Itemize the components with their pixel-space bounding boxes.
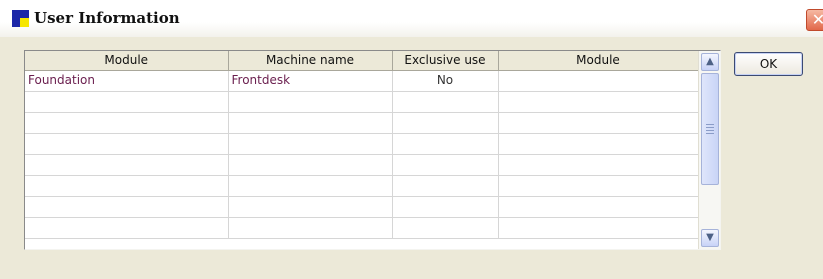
cell-exclusive-use[interactable]: No xyxy=(392,70,499,92)
cell-module[interactable] xyxy=(25,217,229,239)
window-title: User Information xyxy=(34,9,180,27)
cell-exclusive-use[interactable] xyxy=(392,112,499,134)
cell-module-2[interactable] xyxy=(498,154,698,176)
cell-machine-name[interactable] xyxy=(228,133,393,155)
scroll-up-button[interactable]: ▲ xyxy=(701,53,719,71)
cell-module-2[interactable] xyxy=(498,91,698,113)
column-header-exclusive-use[interactable]: Exclusive use xyxy=(392,51,499,71)
cell-exclusive-use[interactable] xyxy=(392,217,499,239)
table-row[interactable] xyxy=(25,175,698,197)
table-row[interactable] xyxy=(25,217,698,239)
cell-exclusive-use[interactable] xyxy=(392,154,499,176)
chevron-up-icon: ▲ xyxy=(706,56,714,67)
cell-module[interactable] xyxy=(25,175,229,197)
cell-module-2[interactable] xyxy=(498,175,698,197)
cell-machine-name[interactable] xyxy=(228,91,393,113)
ok-button[interactable]: OK xyxy=(734,52,803,76)
table-row[interactable] xyxy=(25,91,698,113)
vertical-scrollbar[interactable]: ▲ ▼ xyxy=(698,51,720,249)
app-icon xyxy=(12,10,29,27)
user-information-dialog: User Information ✕ Module Machine name E… xyxy=(0,0,823,279)
close-icon: ✕ xyxy=(811,10,823,29)
cell-module[interactable] xyxy=(25,154,229,176)
table-row[interactable]: Foundation Frontdesk No xyxy=(25,70,698,92)
cell-machine-name[interactable] xyxy=(228,154,393,176)
cell-module[interactable]: Foundation xyxy=(25,70,229,92)
close-button[interactable]: ✕ xyxy=(806,9,823,31)
cell-exclusive-use[interactable] xyxy=(392,196,499,218)
column-header-module-2[interactable]: Module xyxy=(498,51,698,71)
cell-module-2[interactable] xyxy=(498,133,698,155)
scroll-thumb[interactable] xyxy=(701,73,719,185)
table-row[interactable] xyxy=(25,196,698,218)
table-row[interactable] xyxy=(25,154,698,176)
table-row[interactable] xyxy=(25,133,698,155)
cell-machine-name[interactable] xyxy=(228,175,393,197)
cell-module-2[interactable] xyxy=(498,217,698,239)
cell-module[interactable] xyxy=(25,133,229,155)
scroll-down-button[interactable]: ▼ xyxy=(701,229,719,247)
chevron-down-icon: ▼ xyxy=(706,232,714,243)
grip-icon xyxy=(706,124,714,136)
cell-exclusive-use[interactable] xyxy=(392,133,499,155)
cell-module-2[interactable] xyxy=(498,112,698,134)
cell-module-2[interactable] xyxy=(498,196,698,218)
cell-module[interactable] xyxy=(25,91,229,113)
cell-machine-name[interactable] xyxy=(228,112,393,134)
cell-exclusive-use[interactable] xyxy=(392,91,499,113)
cell-machine-name[interactable] xyxy=(228,217,393,239)
user-grid[interactable]: Module Machine name Exclusive use Module… xyxy=(24,50,721,250)
grid-header-row: Module Machine name Exclusive use Module xyxy=(25,51,698,71)
grid-table: Module Machine name Exclusive use Module… xyxy=(25,51,698,239)
cell-module-2[interactable] xyxy=(498,70,698,92)
column-header-module[interactable]: Module xyxy=(25,51,229,71)
column-header-machine-name[interactable]: Machine name xyxy=(228,51,393,71)
cell-machine-name[interactable]: Frontdesk xyxy=(228,70,393,92)
cell-exclusive-use[interactable] xyxy=(392,175,499,197)
title-bar: User Information ✕ xyxy=(0,0,823,37)
cell-module[interactable] xyxy=(25,112,229,134)
table-row[interactable] xyxy=(25,112,698,134)
cell-module[interactable] xyxy=(25,196,229,218)
cell-machine-name[interactable] xyxy=(228,196,393,218)
